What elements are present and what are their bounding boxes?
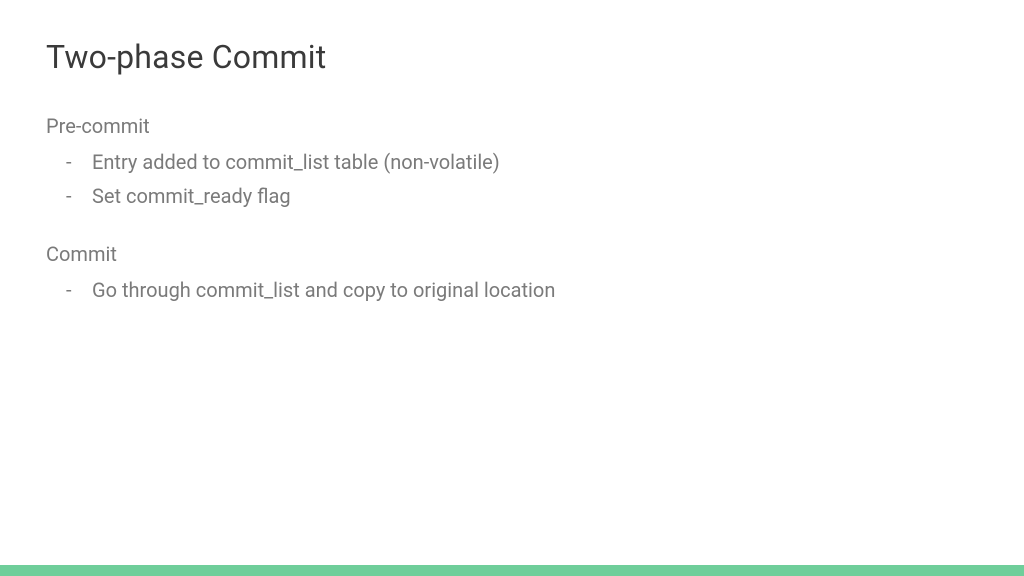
list-item: Set commit_ready flag — [46, 180, 978, 212]
bullet-list-precommit: Entry added to commit_list table (non-vo… — [46, 146, 978, 212]
slide-title: Two-phase Commit — [46, 38, 978, 76]
accent-bottom-bar — [0, 565, 1024, 576]
list-item: Go through commit_list and copy to origi… — [46, 274, 978, 306]
slide-content: Two-phase Commit Pre-commit Entry added … — [0, 0, 1024, 576]
bullet-list-commit: Go through commit_list and copy to origi… — [46, 274, 978, 306]
list-item: Entry added to commit_list table (non-vo… — [46, 146, 978, 178]
section-label-precommit: Pre-commit — [46, 114, 978, 138]
section-label-commit: Commit — [46, 242, 978, 266]
